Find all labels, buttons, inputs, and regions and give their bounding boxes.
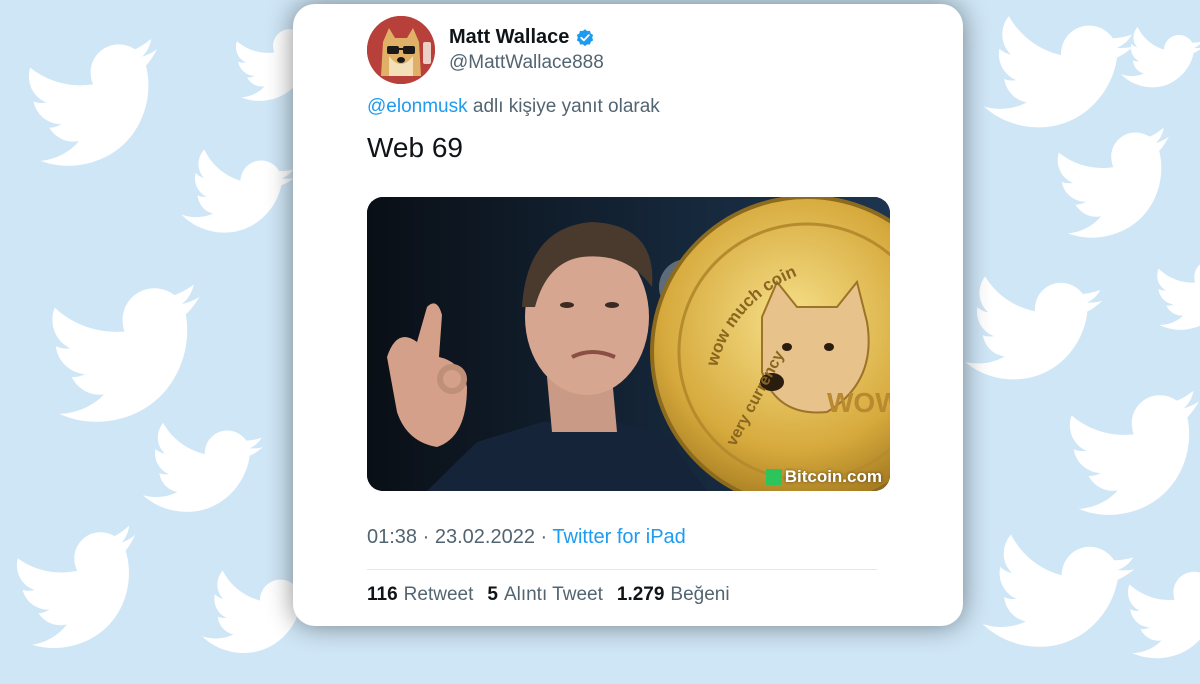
- tweet-media-image[interactable]: WOW wow much coin very currency Bitcoin.…: [367, 197, 890, 491]
- separator-dot: ·: [540, 526, 548, 548]
- twitter-bird-icon: [951, 251, 1109, 409]
- bitcoin-com-logo-icon: [765, 469, 782, 485]
- stat-quote-tweets[interactable]: 5 Alıntı Tweet: [487, 584, 603, 606]
- verified-badge-icon: [577, 28, 594, 46]
- stat-retweets[interactable]: 116 Retweet: [367, 584, 473, 606]
- separator-dot: ·: [422, 526, 430, 548]
- tweet-date[interactable]: 23.02.2022: [435, 526, 535, 548]
- doge-avatar-icon: [367, 16, 435, 84]
- like-count: 1.279: [616, 584, 665, 605]
- twitter-bird-icon: [1038, 108, 1192, 262]
- tweet-source-link[interactable]: Twitter for iPad: [552, 526, 685, 548]
- twitter-bird-icon: [130, 400, 269, 539]
- coin-wow-text: WOW: [827, 387, 890, 418]
- tweet-stats: 116 Retweet 5 Alıntı Tweet 1.279 Beğeni: [367, 584, 730, 606]
- divider: [367, 569, 877, 570]
- twitter-bird-icon: [1113, 553, 1200, 677]
- tweet-metadata: 01:38 · 23.02.2022 · Twitter for iPad: [367, 526, 686, 549]
- tweet-card: Matt Wallace @MattWallace888 @elonmusk a…: [293, 4, 963, 626]
- twitter-bird-icon: [1146, 246, 1200, 345]
- mention-link[interactable]: @elonmusk: [367, 96, 468, 117]
- twitter-bird-icon: [1048, 368, 1200, 542]
- tweet-text: Web 69: [367, 132, 463, 163]
- user-handle[interactable]: @MattWallace888: [449, 52, 604, 74]
- reply-context: @elonmusk adlı kişiye yanıt olarak: [367, 96, 660, 118]
- retweet-label: Retweet: [403, 584, 474, 605]
- display-name[interactable]: Matt Wallace: [449, 26, 569, 49]
- reply-context-label: adlı kişiye yanıt olarak: [472, 96, 660, 117]
- avatar[interactable]: [367, 16, 435, 84]
- twitter-bird-icon: [168, 128, 301, 261]
- media-watermark: Bitcoin.com: [765, 467, 882, 487]
- twitter-bird-icon: [6, 16, 184, 194]
- tweet-time[interactable]: 01:38: [367, 526, 417, 548]
- quote-tweet-label: Alıntı Tweet: [503, 584, 603, 605]
- watermark-label: Bitcoin.com: [784, 467, 882, 486]
- stat-likes[interactable]: 1.279 Beğeni: [617, 584, 730, 606]
- quote-tweet-count: 5: [487, 584, 498, 605]
- retweet-count: 116: [367, 584, 398, 605]
- twitter-bird-icon: [0, 504, 166, 675]
- like-label: Beğeni: [670, 584, 730, 605]
